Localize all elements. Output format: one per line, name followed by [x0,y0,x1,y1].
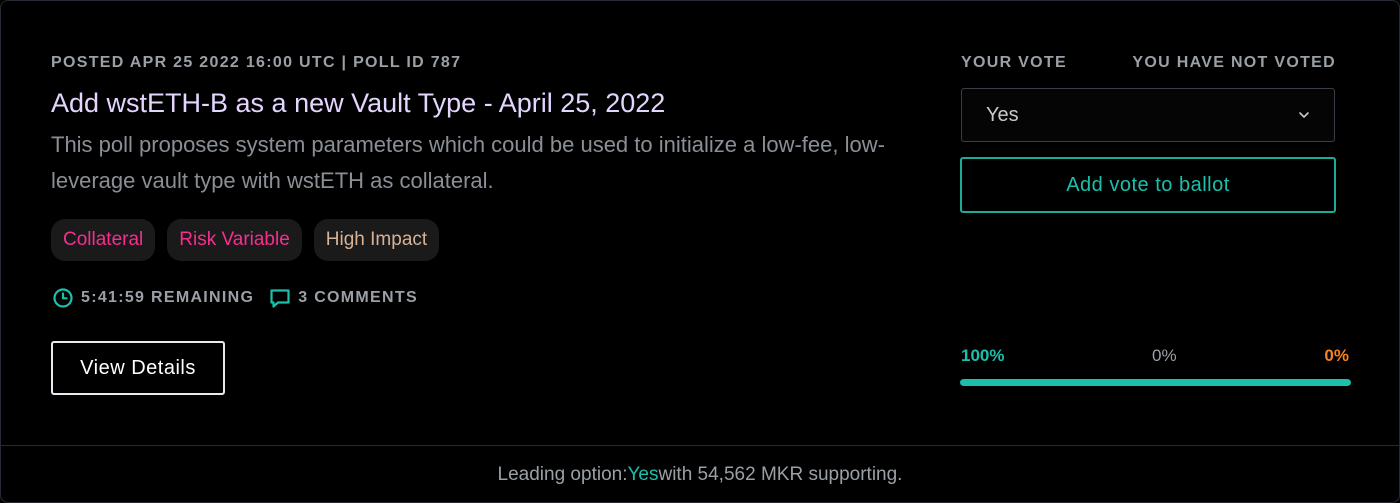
your-vote-label: YOUR VOTE [961,54,1067,71]
tag-risk-variable[interactable]: Risk Variable [167,219,302,261]
footer-prefix: Leading option: [497,463,628,485]
tag-collateral[interactable]: Collateral [51,219,156,261]
tag-high-impact[interactable]: High Impact [313,219,440,261]
poll-meta: POSTED APR 25 2022 16:00 UTC | POLL ID 7… [51,54,462,71]
vote-status: YOU HAVE NOT VOTED [1132,54,1336,71]
view-details-button[interactable]: View Details [51,341,225,395]
leading-option: Yes [627,463,659,485]
no-percent: 0% [1324,346,1349,365]
tag-list: Collateral Risk Variable High Impact [51,219,440,261]
poll-title[interactable]: Add wstETH-B as a new Vault Type - April… [51,88,665,119]
add-vote-to-ballot-button[interactable]: Add vote to ballot [960,157,1336,213]
yes-bar-fill [960,379,1351,386]
comment-icon[interactable] [268,286,292,310]
poll-stats: 5:41:59 REMAINING 3 COMMENTS [51,286,418,310]
poll-card: POSTED APR 25 2022 16:00 UTC | POLL ID 7… [0,0,1400,503]
footer-suffix: with 54,562 MKR supporting. [658,463,903,485]
selected-option: Yes [986,103,1019,126]
poll-description: This poll proposes system parameters whi… [51,132,885,193]
time-remaining: 5:41:59 REMAINING [81,289,255,306]
vote-option-select[interactable]: Yes [961,88,1335,142]
vote-tally-bar [960,379,1351,386]
leading-option-footer: Leading option: Yes with 54,562 MKR supp… [1,445,1399,502]
abstain-percent: 0% [1152,346,1177,365]
yes-percent: 100% [961,346,1005,365]
clock-icon [51,286,75,310]
comment-count[interactable]: 3 COMMENTS [298,289,418,307]
chevron-down-icon [1296,107,1312,123]
